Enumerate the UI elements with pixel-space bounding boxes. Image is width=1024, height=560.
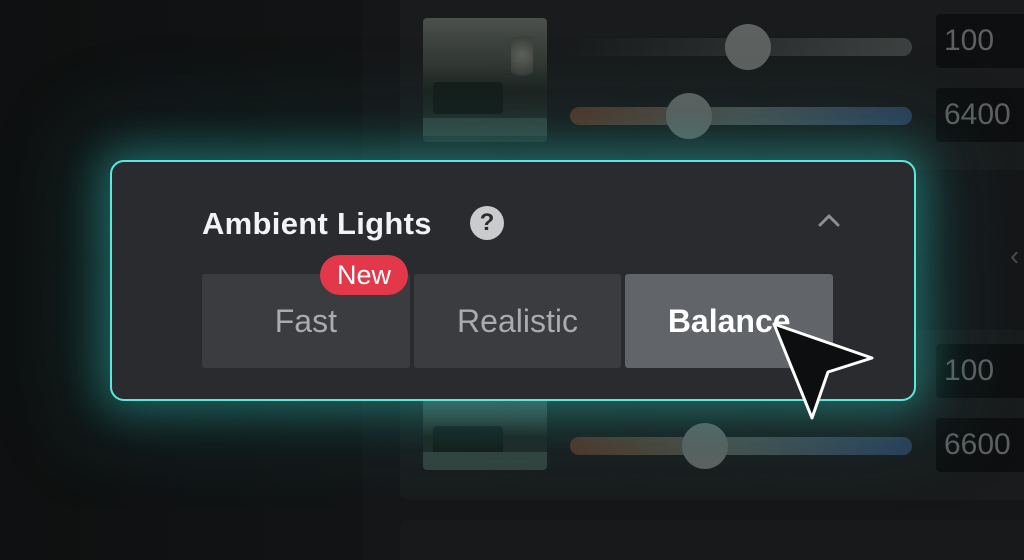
- chevron-up-icon[interactable]: [814, 206, 844, 236]
- mouse-cursor-icon: [772, 322, 874, 420]
- mode-segmented-control: Fast Realistic Balance: [202, 274, 834, 368]
- question-mark-icon[interactable]: ?: [470, 206, 504, 240]
- panel-title: Ambient Lights: [202, 206, 432, 241]
- mode-realistic-button[interactable]: Realistic: [413, 274, 622, 368]
- app-stage: 100 6400 100 6600 ‹ Ambient Lights ? Fas…: [0, 0, 1024, 560]
- new-badge: New: [320, 255, 408, 295]
